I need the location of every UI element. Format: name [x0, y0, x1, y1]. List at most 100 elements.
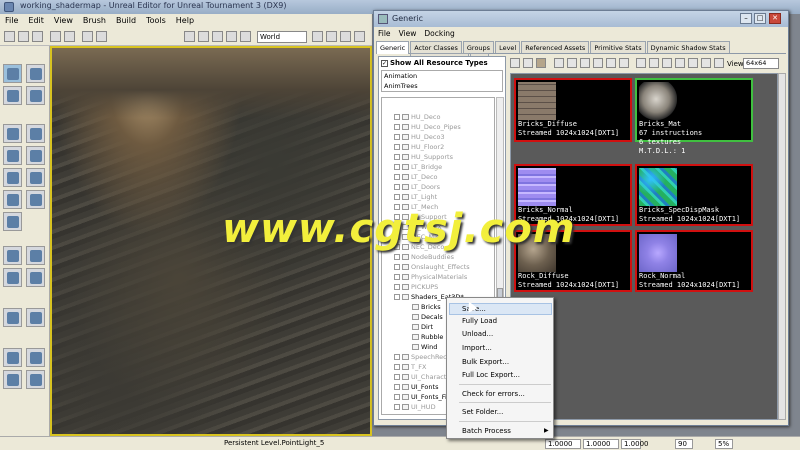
package-tree-item[interactable]: HU_Deco_Pipes	[394, 122, 461, 132]
expand-toggle-icon[interactable]	[394, 364, 400, 370]
cylinder-brush-tool[interactable]	[26, 146, 45, 165]
open-folder-icon[interactable]	[18, 31, 29, 42]
expand-toggle-icon[interactable]	[394, 284, 400, 290]
expand-toggle-icon[interactable]	[394, 114, 400, 120]
package-tree-item[interactable]: LT_Bridge	[394, 162, 442, 172]
tab-actor-classes[interactable]: Actor Classes	[410, 41, 462, 53]
menu-help[interactable]: Help	[171, 14, 199, 27]
asset-area-scrollbar[interactable]	[778, 73, 786, 420]
expand-toggle-icon[interactable]	[394, 124, 400, 130]
expand-toggle-icon[interactable]	[394, 394, 400, 400]
show-all-types-checkbox[interactable]: ✓ Show All Resource Types	[381, 59, 488, 67]
expand-toggle-icon[interactable]	[394, 294, 400, 300]
view-size-select[interactable]: 64x64	[743, 58, 779, 69]
package-tree-item[interactable]: LT_Doors	[394, 182, 440, 192]
menu-brush[interactable]: Brush	[78, 14, 111, 27]
plane-preview-icon[interactable]	[675, 58, 685, 68]
expand-toggle-icon[interactable]	[394, 354, 400, 360]
menu-edit[interactable]: Edit	[23, 14, 49, 27]
close-icon[interactable]: ✕	[769, 13, 781, 24]
invert-selection-tool[interactable]	[3, 370, 22, 389]
csg-add-tool[interactable]	[3, 246, 22, 265]
csg-subtract-tool[interactable]	[26, 246, 45, 265]
browser-menu-file[interactable]: File	[374, 27, 395, 40]
csg-deintersect-tool[interactable]	[26, 268, 45, 287]
resource-type-item[interactable]: Animation	[382, 71, 502, 81]
show-all-tool[interactable]	[26, 370, 45, 389]
expand-toggle-icon[interactable]	[394, 254, 400, 260]
package-tree-item[interactable]: Onslaught_Effects	[394, 262, 470, 272]
lock-icon[interactable]	[688, 58, 698, 68]
build-paths-icon[interactable]	[340, 31, 351, 42]
build-all-icon[interactable]	[354, 31, 365, 42]
browser-menu-docking[interactable]: Docking	[420, 27, 458, 40]
package-tree-item[interactable]: PICKUPS	[394, 282, 438, 292]
coordinate-system-select[interactable]: World	[257, 31, 307, 43]
curved-stairs-brush-tool[interactable]	[3, 168, 22, 187]
expand-toggle-icon[interactable]	[394, 154, 400, 160]
package-tree-item[interactable]: UI_HUD	[394, 402, 436, 412]
package-tree-item[interactable]: Decals	[412, 312, 443, 322]
filter-icon-4[interactable]	[593, 58, 603, 68]
texture-preview-icon[interactable]	[536, 58, 546, 68]
sphere-preview-icon[interactable]	[636, 58, 646, 68]
package-tree-item[interactable]: Dirt	[412, 322, 433, 332]
geometry-mode-tool[interactable]	[26, 64, 45, 83]
maximize-icon[interactable]: □	[754, 13, 766, 24]
resource-type-item[interactable]: AnimTrees	[382, 81, 502, 91]
menu-item-fully-load[interactable]: Fully Load	[462, 317, 497, 325]
filter-icon-6[interactable]	[619, 58, 629, 68]
package-tree-item[interactable]: Bricks	[412, 302, 441, 312]
menu-item-batch-process[interactable]: Batch Process	[462, 427, 511, 435]
tab-primitive-stats[interactable]: Primitive Stats	[590, 41, 646, 53]
package-tree-item[interactable]: LT_Light	[394, 192, 437, 202]
add-special-tool[interactable]	[26, 308, 45, 327]
refresh-icon[interactable]	[701, 58, 711, 68]
package-tree-item[interactable]: HU_Floor2	[394, 142, 444, 152]
save-icon[interactable]	[32, 31, 43, 42]
filter-icon-5[interactable]	[606, 58, 616, 68]
list-view-icon[interactable]	[510, 58, 520, 68]
filter-icon-2[interactable]	[567, 58, 577, 68]
status-percent[interactable]: 5%	[715, 439, 733, 449]
expand-toggle-icon[interactable]	[394, 164, 400, 170]
menu-build[interactable]: Build	[111, 14, 141, 27]
status-value-2[interactable]: 1.0000	[583, 439, 619, 449]
camera-mode-tool[interactable]	[3, 64, 22, 83]
cone-brush-tool[interactable]	[26, 124, 45, 143]
sphere-brush-tool[interactable]	[26, 190, 45, 209]
expand-toggle-icon[interactable]	[394, 414, 400, 415]
asset-thumbnail[interactable]: Bricks_SpecDispMask Streamed 1024x1024[DX…	[635, 164, 753, 226]
thumbnail-view-icon[interactable]	[523, 58, 533, 68]
expand-toggle-icon[interactable]	[394, 374, 400, 380]
scale-nonuniform-icon[interactable]	[240, 31, 251, 42]
expand-toggle-icon[interactable]	[394, 144, 400, 150]
translate-icon[interactable]	[198, 31, 209, 42]
texture-align-tool[interactable]	[26, 86, 45, 105]
menu-item-bulk-export[interactable]: Bulk Export...	[462, 358, 509, 366]
tab-dynamic-shadow-stats[interactable]: Dynamic Shadow Stats	[646, 41, 730, 53]
show-selected-tool[interactable]	[3, 348, 22, 367]
filter-icon[interactable]	[554, 58, 564, 68]
package-tree-item[interactable]: NodeBuddies	[394, 252, 454, 262]
checkbox-checked-icon[interactable]: ✓	[381, 59, 388, 67]
stairs-brush-tool[interactable]	[3, 146, 22, 165]
expand-toggle-icon[interactable]	[394, 384, 400, 390]
menu-view[interactable]: View	[49, 14, 78, 27]
grid-icon[interactable]	[96, 31, 107, 42]
menu-item-check-errors[interactable]: Check for errors...	[462, 390, 525, 398]
menu-item-import[interactable]: Import...	[462, 344, 492, 352]
menu-tools[interactable]: Tools	[141, 14, 171, 27]
menu-file[interactable]: File	[0, 14, 23, 27]
select-icon[interactable]	[184, 31, 195, 42]
search-icon[interactable]	[82, 31, 93, 42]
expand-toggle-icon[interactable]	[394, 264, 400, 270]
spiral-stairs-brush-tool[interactable]	[3, 190, 22, 209]
expand-toggle-icon[interactable]	[394, 404, 400, 410]
terrain-mode-tool[interactable]	[3, 86, 22, 105]
volumetric-brush-tool[interactable]	[3, 212, 22, 231]
expand-toggle-icon[interactable]	[394, 174, 400, 180]
redo-icon[interactable]	[64, 31, 75, 42]
package-tree-item[interactable]: Wind	[412, 342, 437, 352]
csg-intersect-tool[interactable]	[3, 268, 22, 287]
